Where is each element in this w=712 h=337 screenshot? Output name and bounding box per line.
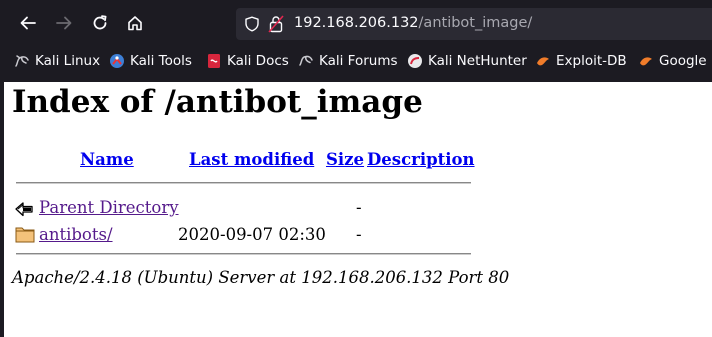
row-last-modified: 2020-09-07 02:30 <box>178 225 326 244</box>
browser-toolbar: 192.168.206.132/antibot_image/ <box>0 0 712 46</box>
reload-button[interactable] <box>86 9 114 37</box>
page-title: Index of /antibot_image <box>12 84 423 120</box>
bookmark-label: Kali Linux <box>35 53 101 69</box>
bookmark-label: Kali Tools <box>130 53 192 69</box>
insecure-lock-icon[interactable] <box>268 15 284 33</box>
row-size: - <box>356 198 362 217</box>
back-button[interactable] <box>14 9 42 37</box>
browser-chrome: 192.168.206.132/antibot_image/ Kali Linu… <box>0 0 712 82</box>
row-size: - <box>356 225 362 244</box>
bookmark-kali-nethunter[interactable]: Kali NetHunter <box>407 51 527 71</box>
server-signature: Apache/2.4.18 (Ubuntu) Server at 192.168… <box>12 268 510 287</box>
bookmark-label: Kali Forums <box>319 53 398 69</box>
url-path: /antibot_image/ <box>418 15 533 31</box>
arrow-left-icon <box>20 16 36 30</box>
column-header-last-modified[interactable]: Last modified <box>189 150 314 169</box>
url-host: 192.168.206.132 <box>294 15 419 31</box>
kali-dragon-icon <box>14 53 30 69</box>
kali-nethunter-icon <box>407 53 423 69</box>
column-header-description[interactable]: Description <box>367 150 475 169</box>
kali-tools-icon <box>109 53 125 69</box>
forward-button[interactable] <box>50 9 78 37</box>
bookmark-kali-linux[interactable]: Kali Linux <box>14 51 100 71</box>
parent-directory-link[interactable]: Parent Directory <box>39 198 179 217</box>
column-header-name[interactable]: Name <box>80 150 134 169</box>
exploit-db-icon <box>535 53 551 69</box>
arrow-right-icon <box>56 16 72 30</box>
footer-divider <box>16 253 471 255</box>
home-icon <box>128 16 142 31</box>
directory-listing-page: Index of /antibot_image Name Last modifi… <box>0 82 712 337</box>
bookmark-label: Exploit-DB <box>556 53 627 69</box>
bookmark-label: Kali Docs <box>227 53 289 69</box>
url-text[interactable]: 192.168.206.132/antibot_image/ <box>294 15 532 31</box>
tracking-protection-shield-icon[interactable] <box>244 16 260 32</box>
address-bar[interactable]: 192.168.206.132/antibot_image/ <box>236 8 712 40</box>
bookmark-kali-forums[interactable]: Kali Forums <box>298 51 398 71</box>
bookmark-label: Google H <box>659 53 712 69</box>
bookmarks-toolbar: Kali Linux Kali Tools Kali Docs Kali For… <box>0 46 712 76</box>
back-arrow-icon[interactable] <box>15 198 35 218</box>
kali-docs-icon <box>206 53 222 69</box>
bookmark-kali-tools[interactable]: Kali Tools <box>109 51 192 71</box>
kali-forums-icon <box>298 53 314 69</box>
bookmark-google-hacking[interactable]: Google H <box>638 51 712 71</box>
reload-icon <box>93 15 107 30</box>
bookmark-exploit-db[interactable]: Exploit-DB <box>535 51 627 71</box>
home-button[interactable] <box>121 9 149 37</box>
folder-icon[interactable] <box>15 225 35 243</box>
bookmark-kali-docs[interactable]: Kali Docs <box>206 51 289 71</box>
header-divider <box>16 182 471 184</box>
google-hacking-icon <box>638 53 654 69</box>
column-header-size[interactable]: Size <box>326 150 364 169</box>
window-edge <box>0 82 4 337</box>
bookmark-label: Kali NetHunter <box>428 53 527 69</box>
antibots-folder-link[interactable]: antibots/ <box>39 225 113 244</box>
